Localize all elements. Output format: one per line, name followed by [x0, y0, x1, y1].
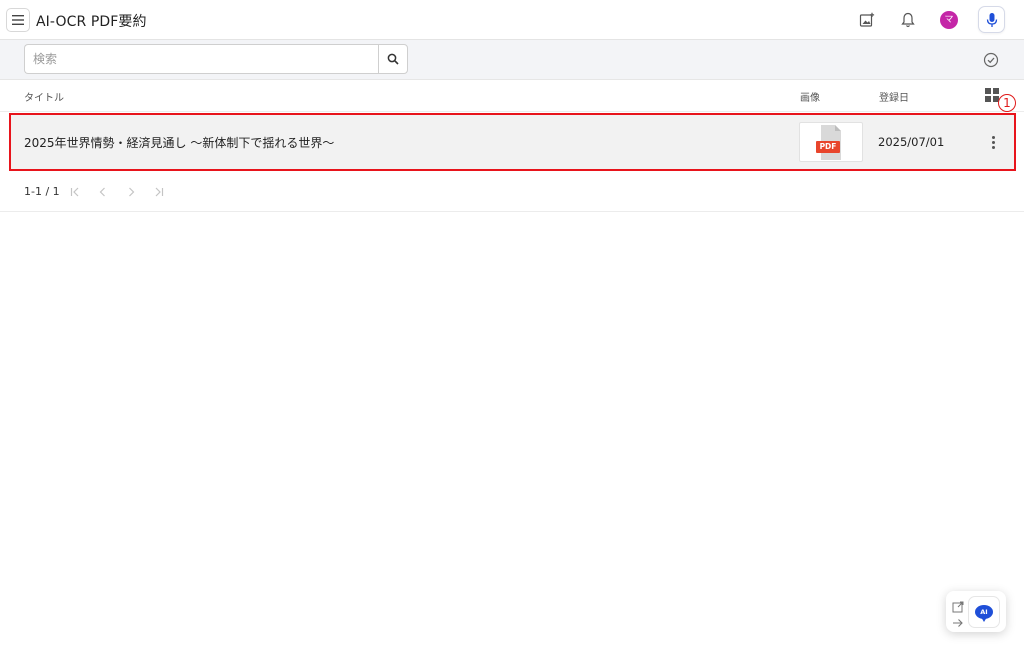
hamburger-menu-icon	[12, 15, 24, 25]
check-circle-icon	[983, 52, 999, 68]
more-vertical-icon	[991, 135, 995, 139]
collapse-panel-button[interactable]	[952, 614, 964, 627]
user-avatar[interactable]: マ	[940, 11, 958, 29]
last-page-button[interactable]	[151, 184, 167, 200]
column-header-image: 画像	[800, 93, 820, 104]
search-input[interactable]	[24, 44, 379, 74]
table-header: タイトル 画像 登録日	[0, 80, 1024, 112]
chevron-left-icon	[99, 187, 105, 197]
grid-view-icon	[985, 88, 991, 94]
search-button[interactable]	[378, 44, 408, 74]
avatar-initial: マ	[944, 14, 954, 25]
ai-assistant-panel: AI	[946, 591, 1006, 632]
search-icon	[387, 53, 399, 65]
row-title: 2025年世界情勢・経済見通し 〜新体制下で揺れる世界〜	[24, 136, 335, 150]
search-toolbar	[0, 40, 1024, 80]
microphone-icon	[986, 12, 997, 27]
first-page-button[interactable]	[67, 184, 83, 200]
first-page-icon	[70, 187, 79, 197]
column-header-title[interactable]: タイトル	[24, 89, 64, 104]
add-image-button[interactable]	[857, 10, 877, 30]
open-external-button[interactable]	[952, 598, 964, 613]
pagination: 1-1 / 1	[0, 172, 1024, 212]
last-page-icon	[155, 187, 164, 197]
open-external-icon	[952, 601, 964, 613]
annotation-marker: 1	[998, 94, 1016, 112]
pdf-thumbnail[interactable]: PDF	[799, 122, 863, 162]
ai-chat-button[interactable]: AI	[968, 596, 1000, 628]
pagination-range: 1-1 / 1	[24, 185, 60, 198]
arrow-right-icon	[953, 619, 963, 627]
notification-bell-icon	[901, 12, 915, 28]
voice-input-button[interactable]	[978, 6, 1005, 33]
add-image-icon	[859, 12, 875, 27]
chevron-right-icon	[129, 187, 135, 197]
prev-page-button[interactable]	[95, 184, 111, 200]
app-bar: AI-OCR PDF要約 マ	[0, 0, 1024, 40]
table-row[interactable]: 2025年世界情勢・経済見通し 〜新体制下で揺れる世界〜 PDF 2025/07…	[9, 113, 1016, 171]
row-date: 2025/07/01	[878, 135, 945, 149]
ai-chat-icon: AI	[975, 605, 993, 622]
app-title: AI-OCR PDF要約	[36, 14, 147, 30]
notification-button[interactable]	[898, 10, 918, 30]
select-mode-button[interactable]	[982, 51, 1000, 69]
ai-label: AI	[980, 608, 988, 616]
pdf-label: PDF	[819, 142, 837, 151]
row-more-button[interactable]	[986, 133, 1000, 151]
grid-view-button[interactable]	[985, 88, 999, 102]
column-header-date[interactable]: 登録日	[879, 89, 909, 104]
menu-button[interactable]	[6, 8, 30, 32]
next-page-button[interactable]	[123, 184, 139, 200]
